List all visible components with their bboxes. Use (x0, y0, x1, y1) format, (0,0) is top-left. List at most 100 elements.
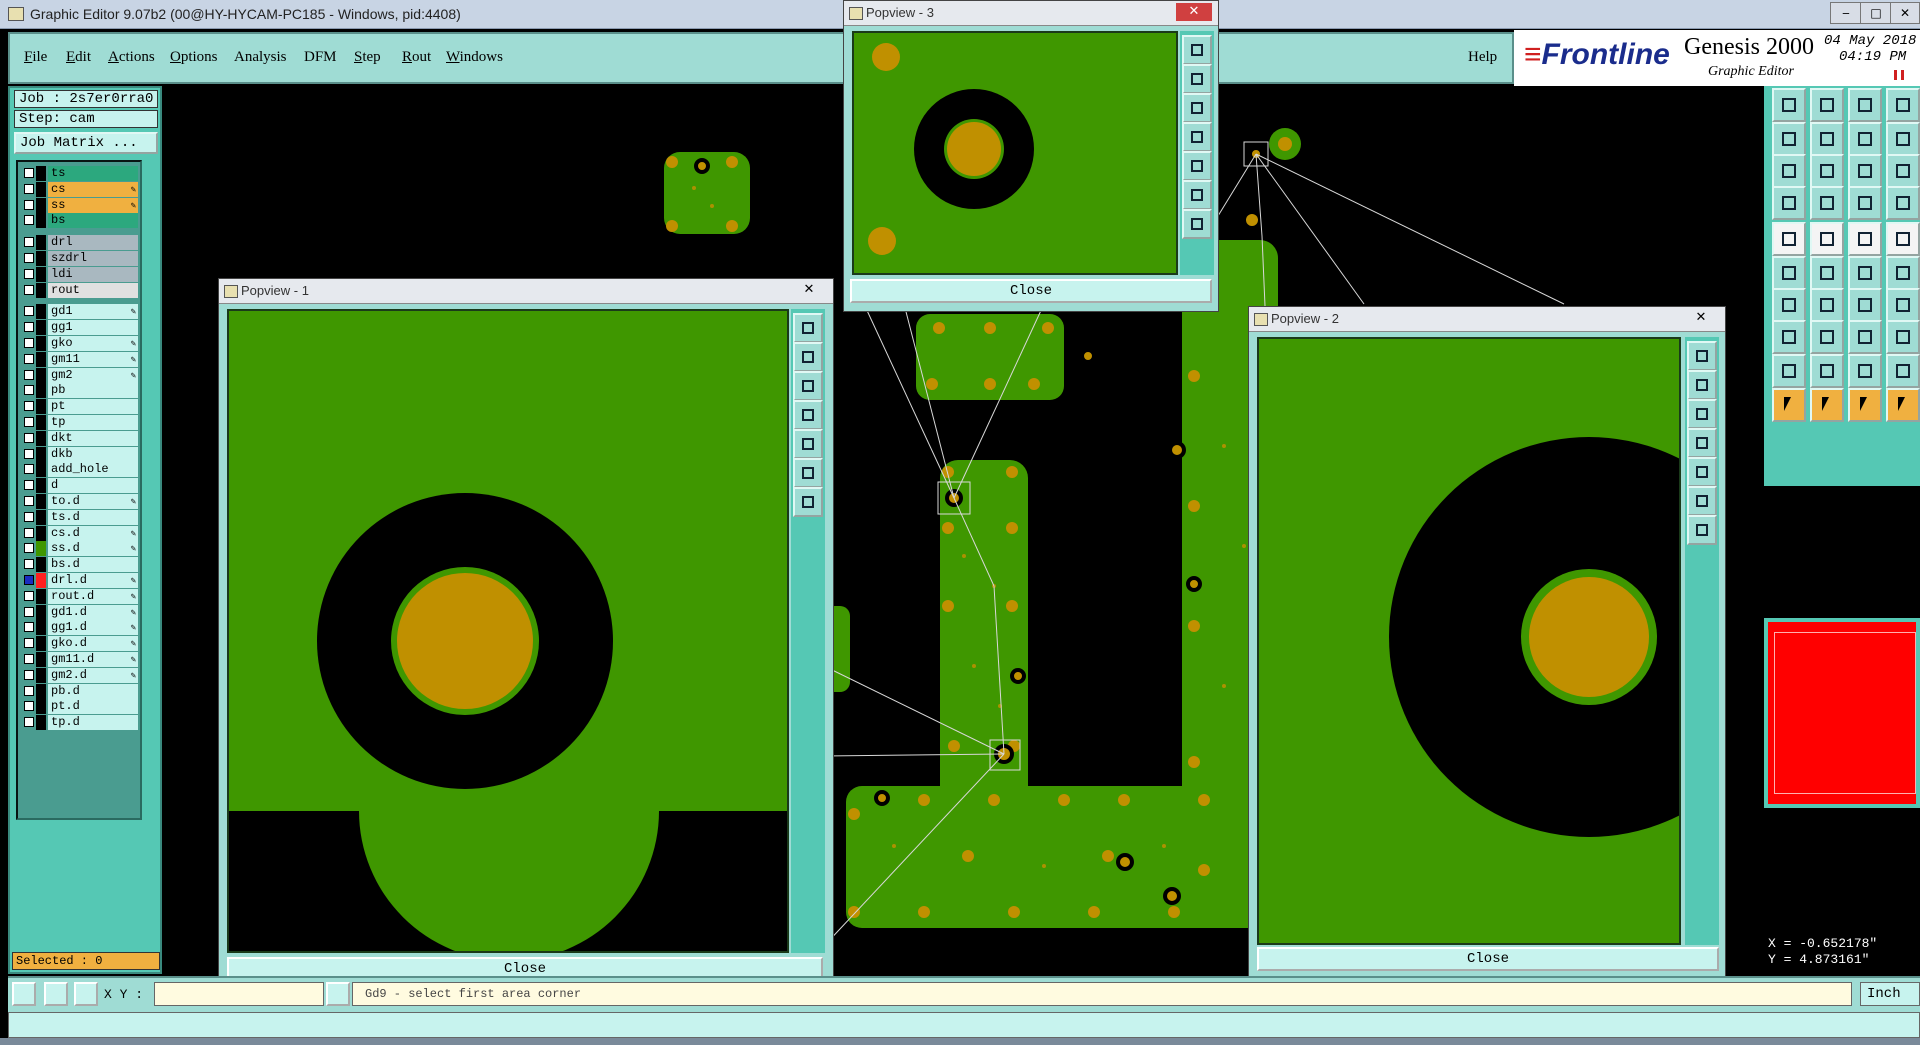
popview-zoom-out-button[interactable] (793, 342, 823, 372)
cross-tool-button[interactable] (74, 982, 98, 1006)
menu-actions[interactable]: Actions (108, 49, 155, 66)
layer-checkbox[interactable] (24, 527, 34, 538)
layer-row-gg1[interactable]: gg1 (22, 320, 138, 336)
layer-checkbox[interactable] (24, 543, 34, 554)
arc-red-tool-button[interactable] (1886, 256, 1920, 290)
pointer-route-tool-button[interactable] (1886, 388, 1920, 422)
menu-dfm[interactable]: DFM (304, 49, 337, 66)
layer-color-swatch[interactable] (36, 446, 46, 462)
layer-row-gm11[interactable]: gm11 ✎ (22, 351, 138, 367)
layer-name[interactable]: gm11.d ✎ (48, 652, 138, 667)
layer-row-ss[interactable]: ss ✎ (22, 197, 138, 213)
layer-color-swatch[interactable] (36, 525, 46, 541)
layer-checkbox[interactable] (24, 511, 34, 522)
curve-tool-button[interactable] (1848, 288, 1882, 322)
layer-row-tp-d[interactable]: tp.d (22, 715, 138, 731)
layer-name[interactable]: pt.d (48, 699, 138, 715)
layer-color-swatch[interactable] (36, 478, 46, 494)
pad-tool-button[interactable] (1772, 222, 1806, 256)
layer-checkbox[interactable] (24, 268, 34, 279)
layer-name[interactable]: gg1 (48, 320, 138, 336)
layer-checkbox[interactable] (24, 369, 34, 380)
layer-checkbox[interactable] (24, 338, 34, 348)
pan-right-tool-button[interactable] (1810, 122, 1844, 156)
layer-name[interactable]: tp.d (48, 715, 138, 731)
triangle-red-tool-button[interactable] (1810, 354, 1844, 388)
menu-file[interactable]: File (24, 49, 47, 66)
measure-tool-button[interactable] (1772, 186, 1806, 220)
layer-name[interactable]: dkt (48, 430, 138, 446)
layer-checkbox[interactable] (24, 638, 34, 649)
grid-tool-button[interactable] (1810, 186, 1844, 220)
select-box-tool-button[interactable] (1772, 320, 1806, 354)
layer-color-swatch[interactable] (36, 367, 46, 383)
layer-name[interactable]: rout (48, 282, 138, 298)
popview-pan-left-button[interactable] (793, 400, 823, 430)
layer-row-gko[interactable]: gko ✎ (22, 336, 138, 351)
layer-name[interactable]: ss.d ✎ (48, 541, 138, 557)
popview-zoom-in-button[interactable] (793, 313, 823, 343)
layer-row-drl[interactable]: drl (22, 235, 138, 251)
popview-center-button[interactable] (793, 487, 823, 517)
layer-row-tp[interactable]: tp (22, 415, 138, 430)
layer-name[interactable]: d (48, 478, 138, 494)
popview-zoom-in-button[interactable] (1182, 35, 1212, 65)
ruler-tool-button[interactable] (1848, 222, 1882, 256)
layer-color-swatch[interactable] (36, 604, 46, 620)
layer-name[interactable]: bs.d (48, 557, 138, 573)
popview-pan-left-button[interactable] (1182, 122, 1212, 152)
layer-checkbox[interactable] (24, 717, 34, 728)
layer-name[interactable]: drl.d ✎ (48, 573, 138, 588)
layer-color-swatch[interactable] (36, 399, 46, 415)
menu-edit[interactable]: Edit (66, 49, 91, 66)
layer-row-cs-d[interactable]: cs.d ✎ (22, 525, 138, 541)
layer-name[interactable]: gm2 ✎ (48, 367, 138, 383)
layer-checkbox[interactable] (24, 480, 34, 491)
popview-3-close-button[interactable]: Close (850, 279, 1212, 303)
units-selector[interactable]: Inch (1860, 982, 1920, 1006)
layer-name[interactable]: rout.d ✎ (48, 588, 138, 604)
layer-checkbox[interactable] (24, 432, 34, 443)
menu-rout[interactable]: Rout (402, 49, 431, 66)
layer-row-dkt[interactable]: dkt (22, 430, 138, 446)
layer-color-swatch[interactable] (36, 235, 46, 251)
layer-row-gd1[interactable]: gd1 ✎ (22, 304, 138, 320)
popview-zoom-home-button[interactable] (1687, 399, 1717, 429)
layer-name[interactable]: gm2.d ✎ (48, 667, 138, 683)
layer-checkbox[interactable] (24, 559, 34, 570)
layer-checkbox[interactable] (24, 417, 34, 427)
layer-name[interactable]: cs.d ✎ (48, 525, 138, 541)
layer-row-ss-d[interactable]: ss.d ✎ (22, 541, 138, 557)
layer-color-swatch[interactable] (36, 683, 46, 699)
popview-center-button[interactable] (1687, 515, 1717, 545)
layer-row-ts-d[interactable]: ts.d (22, 509, 138, 525)
layer-row-bs[interactable]: bs (22, 213, 138, 229)
pan-step-tool-button[interactable] (1848, 122, 1882, 156)
pan-left-tool-button[interactable] (1772, 122, 1806, 156)
job-matrix-button[interactable]: Job Matrix ... (14, 132, 158, 154)
layer-row-add_hole[interactable]: add_hole (22, 462, 138, 478)
layer-row-rout-d[interactable]: rout.d ✎ (22, 588, 138, 604)
layer-color-swatch[interactable] (36, 320, 46, 336)
popview-2-titlebar[interactable]: Popview - 2 ✕ (1249, 307, 1725, 332)
zoom-in-tool-button[interactable] (1810, 88, 1844, 122)
snap-tool-button[interactable] (1848, 186, 1882, 220)
zoom-fit-tool-button[interactable] (1886, 88, 1920, 122)
command-icon-button[interactable] (326, 982, 350, 1006)
popview-3-view[interactable] (852, 31, 1178, 275)
layer-color-swatch[interactable] (36, 383, 46, 399)
layer-color-swatch[interactable] (36, 430, 46, 446)
popview-center-button[interactable] (1182, 209, 1212, 239)
line-node-tool-button[interactable] (1772, 256, 1806, 290)
layer-color-swatch[interactable] (36, 351, 46, 367)
menu-step[interactable]: Step (354, 49, 381, 66)
layer-name[interactable]: tp (48, 415, 138, 430)
popview-fit-button[interactable] (1182, 180, 1212, 210)
layer-row-bs-d[interactable]: bs.d (22, 557, 138, 573)
layer-color-swatch[interactable] (36, 541, 46, 557)
layer-color-swatch[interactable] (36, 197, 46, 213)
popview-zoom-out-button[interactable] (1687, 370, 1717, 400)
layer-row-szdrl[interactable]: szdrl (22, 251, 138, 266)
layer-name[interactable]: pb.d (48, 683, 138, 699)
layer-name[interactable]: to.d ✎ (48, 494, 138, 509)
